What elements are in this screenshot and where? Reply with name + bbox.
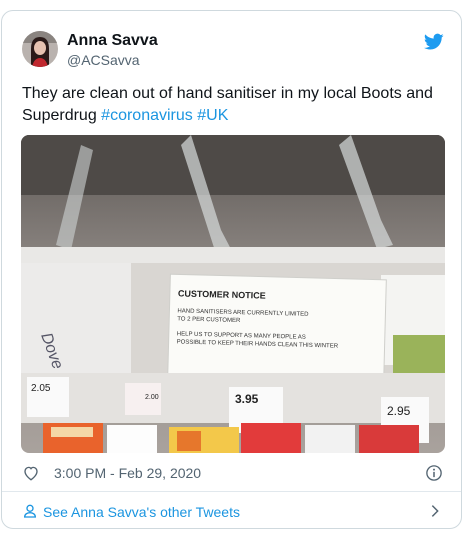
hashtag-coronavirus[interactable]: #coronavirus [101,107,193,124]
tweet-text: They are clean out of hand sanitiser in … [22,83,442,127]
person-icon [22,503,38,519]
price-tag-4: 2.95 [387,404,411,418]
price-tag-3: 3.95 [235,392,259,406]
heart-icon[interactable] [22,464,40,482]
avatar[interactable] [22,31,58,67]
author-name[interactable]: Anna Savva [67,32,158,50]
twitter-bird-icon[interactable] [423,33,444,51]
tweet-meta: 3:00 PM - Feb 29, 2020 [22,464,444,484]
tweet-embed-card: Anna Savva @ACSavva They are clean out o… [1,10,462,529]
price-tag-1: 2.05 [31,383,51,394]
tweet-photo[interactable]: Dove CUSTOMER NOTICE HAND SANITISERS ARE… [21,135,445,453]
price-tag-2: 2.00 [145,394,159,401]
tweet-timestamp[interactable]: 3:00 PM - Feb 29, 2020 [54,465,201,481]
author-handle[interactable]: @ACSavva [67,52,140,68]
hashtag-uk[interactable]: #UK [197,107,228,124]
chevron-right-icon [427,503,443,519]
see-other-tweets-link[interactable]: See Anna Savva's other Tweets [2,492,461,528]
info-icon[interactable] [425,464,443,482]
see-other-tweets-label[interactable]: See Anna Savva's other Tweets [43,504,240,520]
